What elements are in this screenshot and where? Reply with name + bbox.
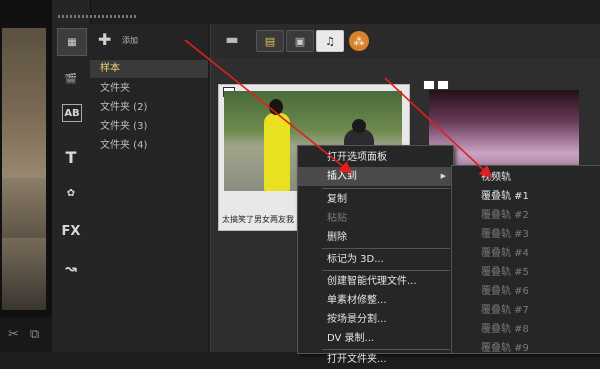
scissors-icon[interactable]: ✂ — [8, 327, 19, 342]
submenu-item-overlay-1[interactable]: 覆叠轨 #1 — [452, 187, 600, 206]
figure-shape — [264, 99, 290, 191]
menu-item-insert-to[interactable]: 插入到 ▶ — [298, 167, 453, 186]
preview-panel: ✂ ⧉ — [0, 0, 52, 352]
submenu-item-overlay-4: 覆叠轨 #4 — [481, 248, 529, 259]
submenu-item-overlay-5: 覆叠轨 #5 — [481, 267, 529, 278]
context-menu: 打开选项面板 插入到 ▶ 复制 粘贴 删除 标记为 3D... 创建智能代理文件… — [297, 145, 454, 365]
folder-item[interactable]: 文件夹 (4) — [90, 137, 208, 155]
submenu-item-overlay-6: 覆叠轨 #6 — [481, 286, 529, 297]
path-icon[interactable]: ↝ — [57, 256, 85, 282]
audio-clip-icon — [437, 80, 449, 90]
media-icon[interactable]: ▦ — [57, 28, 87, 56]
menu-item-mark-3d[interactable]: 标记为 3D... — [298, 250, 453, 269]
copy-icon[interactable]: ⧉ — [30, 327, 39, 342]
menu-item-open-options[interactable]: 打开选项面板 — [298, 148, 453, 167]
library-header: ✚ 添加 — [90, 24, 208, 54]
title-template-icon[interactable]: AB — [62, 104, 82, 122]
menu-divider — [322, 248, 450, 249]
show-video-icon[interactable]: ▤ — [256, 30, 284, 52]
submenu-item-video-track[interactable]: 视频轨 — [452, 168, 600, 187]
show-photo-icon[interactable]: ▣ — [286, 30, 314, 52]
media-toolbar: ▬ ▤ ▣ ♫ ⁂ — [211, 24, 600, 58]
submenu-item-overlay-7: 覆叠轨 #7 — [481, 305, 529, 316]
preview-image — [2, 28, 46, 310]
submenu-item-overlay-2: 覆叠轨 #2 — [481, 210, 529, 221]
title-icon[interactable]: T — [57, 144, 85, 170]
menu-item-label: 插入到 — [327, 171, 357, 182]
add-folder-button[interactable]: 添加 — [122, 35, 138, 46]
insert-submenu: 视频轨 覆叠轨 #1 覆叠轨 #2 覆叠轨 #3 覆叠轨 #4 覆叠轨 #5 覆… — [451, 165, 600, 354]
submenu-item-overlay-3: 覆叠轨 #3 — [481, 229, 529, 240]
category-toolbar: ▦ 🎬 AB T ✿ FX ↝ — [52, 0, 138, 352]
folder-item[interactable]: 文件夹 (3) — [90, 118, 208, 136]
drag-handle[interactable] — [58, 15, 138, 18]
menu-divider — [322, 188, 450, 189]
library-panel: ✚ 添加 样本 文件夹 文件夹 (2) 文件夹 (3) 文件夹 (4) — [90, 24, 208, 352]
menu-divider — [322, 270, 450, 271]
submenu-item-overlay-9: 覆叠轨 #9 — [481, 343, 529, 354]
folder-icon[interactable]: ▬ — [219, 30, 245, 50]
menu-item-trim[interactable]: 单素材修整... — [298, 291, 453, 310]
add-icon[interactable]: ✚ — [98, 30, 111, 49]
preview-bottom-bar: ✂ ⧉ — [0, 318, 52, 352]
folder-item-sample[interactable]: 样本 — [90, 60, 208, 78]
sort-icon[interactable]: ⁂ — [349, 31, 369, 51]
show-audio-icon[interactable]: ♫ — [316, 30, 344, 52]
submenu-item-overlay-8: 覆叠轨 #8 — [481, 324, 529, 335]
menu-item-delete[interactable]: 删除 — [298, 228, 453, 247]
menu-item-scene-split[interactable]: 按场景分割... — [298, 310, 453, 329]
menu-item-copy[interactable]: 复制 — [298, 190, 453, 209]
fx-icon[interactable]: FX — [57, 218, 85, 244]
instant-project-icon[interactable]: 🎬 — [57, 66, 85, 92]
folder-item[interactable]: 文件夹 (2) — [90, 99, 208, 117]
menu-item-paste: 粘贴 — [327, 213, 347, 224]
menu-item-create-proxy[interactable]: 创建智能代理文件... — [298, 272, 453, 291]
graphic-icon[interactable]: ✿ — [57, 180, 85, 206]
folder-item[interactable]: 文件夹 — [90, 80, 208, 98]
submenu-arrow-icon: ▶ — [440, 172, 446, 180]
menu-item-dv-record[interactable]: DV 录制... — [298, 329, 453, 348]
menu-item-open-folder[interactable]: 打开文件夹... — [298, 350, 453, 369]
video-clip-icon — [423, 80, 435, 90]
